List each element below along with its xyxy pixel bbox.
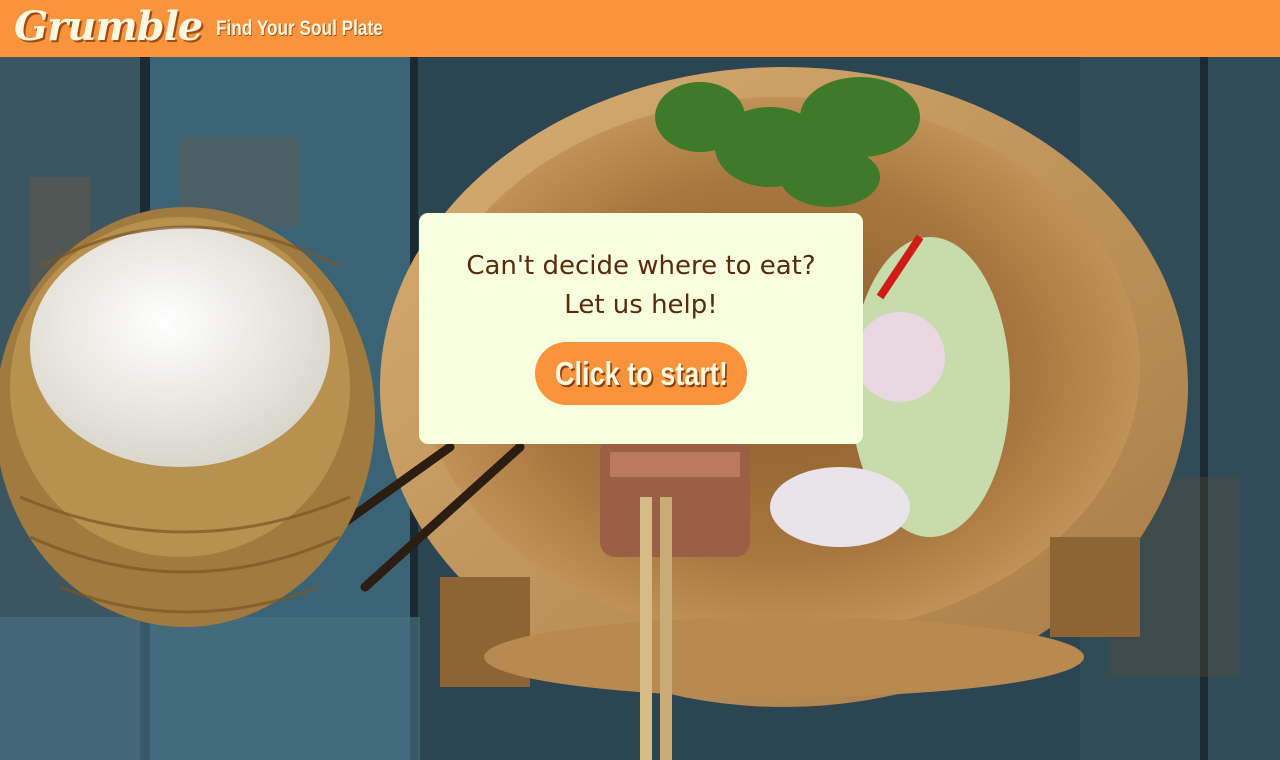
navbar: Grumble Find Your Soul Plate <box>0 0 1280 57</box>
intro-card: Can't decide where to eat? Let us help! … <box>419 213 863 444</box>
intro-question: Can't decide where to eat? <box>466 251 816 281</box>
intro-offer: Let us help! <box>564 290 718 320</box>
start-button-label: Click to start! <box>554 355 728 392</box>
start-button[interactable]: Click to start! <box>535 342 747 405</box>
tagline: Find Your Soul Plate <box>216 16 384 40</box>
brand-logo[interactable]: Grumble <box>14 6 203 47</box>
intro-text: Can't decide where to eat? Let us help! <box>419 213 863 325</box>
landing-page: Grumble Find Your Soul Plate Can't decid… <box>0 0 1280 760</box>
